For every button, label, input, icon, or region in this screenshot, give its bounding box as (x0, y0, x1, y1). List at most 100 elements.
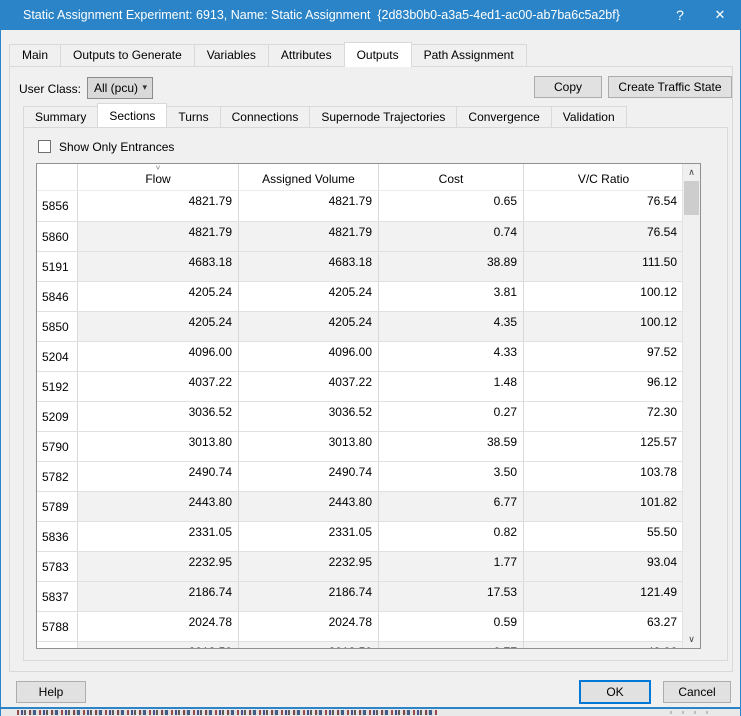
ok-button[interactable]: OK (579, 680, 651, 704)
tab-outputs-to-generate[interactable]: Outputs to Generate (60, 44, 195, 66)
cell-flow: 3013.80 (77, 432, 238, 461)
row-id[interactable]: 5192 (37, 372, 77, 401)
cell-assigned_volume: 2490.74 (238, 462, 378, 491)
table-row[interactable]: 5204 4096.00 4096.00 4.33 97.52 (37, 341, 683, 371)
cell-flow: 2186.74 (77, 582, 238, 611)
row-id[interactable]: 5204 (37, 342, 77, 371)
row-id[interactable]: 5836 (37, 522, 77, 551)
cell-assigned_volume: 2186.74 (238, 582, 378, 611)
close-icon[interactable]: ✕ (700, 0, 740, 30)
table-row[interactable]: 2018.502018.500.7748.06 (37, 641, 683, 648)
cell-cost: 0.27 (378, 402, 523, 431)
copy-button[interactable]: Copy (534, 76, 602, 98)
tab-outputs[interactable]: Outputs (343, 42, 412, 67)
cell-assigned_volume: 3013.80 (238, 432, 378, 461)
cell-assigned_volume: 2443.80 (238, 492, 378, 521)
cell-vc_ratio: 97.52 (523, 342, 683, 371)
cell-vc_ratio: 100.12 (523, 312, 683, 341)
table-row[interactable]: 5846 4205.24 4205.24 3.81 100.12 (37, 281, 683, 311)
cell-assigned_volume: 4821.79 (238, 191, 378, 221)
row-id[interactable]: 5209 (37, 402, 77, 431)
create-traffic-state-button[interactable]: Create Traffic State (608, 76, 732, 98)
column-header-vc-ratio[interactable]: V/C Ratio (523, 164, 683, 190)
table-row[interactable]: 5837 2186.74 2186.74 17.53 121.49 (37, 581, 683, 611)
cell-cost: 0.77 (378, 642, 523, 648)
row-id[interactable]: 5846 (37, 282, 77, 311)
scrollbar-thumb[interactable] (684, 181, 699, 215)
help-button[interactable]: Help (16, 681, 86, 703)
user-class-dropdown[interactable]: All (pcu) ▾ (87, 77, 153, 99)
row-id[interactable] (37, 642, 77, 648)
table-row[interactable]: 5209 3036.52 3036.52 0.27 72.30 (37, 401, 683, 431)
table-row[interactable]: 5191 4683.18 4683.18 38.89 111.50 (37, 251, 683, 281)
cell-cost: 3.50 (378, 462, 523, 491)
cell-vc_ratio: 101.82 (523, 492, 683, 521)
row-id[interactable]: 5850 (37, 312, 77, 341)
help-icon[interactable]: ? (660, 0, 700, 30)
table-row[interactable]: 5836 2331.05 2331.05 0.82 55.50 (37, 521, 683, 551)
cell-assigned_volume: 2018.50 (238, 642, 378, 648)
cell-assigned_volume: 4037.22 (238, 372, 378, 401)
scroll-down-icon[interactable]: ∨ (683, 631, 700, 648)
table-row[interactable]: 5850 4205.24 4205.24 4.35 100.12 (37, 311, 683, 341)
subtab-connections[interactable]: Connections (219, 106, 311, 127)
window-title: Static Assignment Experiment: 6913, Name… (23, 8, 620, 22)
row-id[interactable]: 5837 (37, 582, 77, 611)
cell-flow: 2024.78 (77, 612, 238, 641)
table-row[interactable]: 5856 4821.79 4821.79 0.65 76.54 (37, 191, 683, 221)
table-row[interactable]: 5192 4037.22 4037.22 1.48 96.12 (37, 371, 683, 401)
cell-cost: 4.35 (378, 312, 523, 341)
cell-cost: 38.89 (378, 252, 523, 281)
cell-vc_ratio: 72.30 (523, 402, 683, 431)
row-id[interactable]: 5790 (37, 432, 77, 461)
cell-vc_ratio: 111.50 (523, 252, 683, 281)
cancel-button[interactable]: Cancel (663, 681, 731, 703)
subtab-turns[interactable]: Turns (166, 106, 221, 127)
cell-flow: 2232.95 (77, 552, 238, 581)
tab-variables[interactable]: Variables (193, 44, 269, 66)
tab-main[interactable]: Main (9, 44, 62, 66)
row-id[interactable]: 5191 (37, 252, 77, 281)
vertical-scrollbar[interactable]: ∧ ∨ (682, 164, 700, 648)
cell-vc_ratio: 125.57 (523, 432, 683, 461)
cell-flow: 4821.79 (77, 222, 238, 251)
subtab-supernode-trajectories[interactable]: Supernode Trajectories (309, 106, 458, 127)
table-row[interactable]: 5788 2024.78 2024.78 0.59 63.27 (37, 611, 683, 641)
tab-attributes[interactable]: Attributes (267, 44, 345, 66)
row-id[interactable]: 5856 (37, 191, 77, 221)
cell-cost: 0.59 (378, 612, 523, 641)
subtab-sections[interactable]: Sections (97, 103, 168, 127)
cell-cost: 0.82 (378, 522, 523, 551)
cell-assigned_volume: 4821.79 (238, 222, 378, 251)
cell-vc_ratio: 103.78 (523, 462, 683, 491)
table-body: 5856 4821.79 4821.79 0.65 76.54 5860 4821.79 48… (37, 191, 683, 648)
row-id[interactable]: 5788 (37, 612, 77, 641)
subtab-validation[interactable]: Validation (550, 106, 627, 127)
row-id[interactable]: 5783 (37, 552, 77, 581)
cell-assigned_volume: 4205.24 (238, 282, 378, 311)
column-header-cost[interactable]: Cost (378, 164, 523, 190)
row-id[interactable]: 5860 (37, 222, 77, 251)
row-id[interactable]: 5782 (37, 462, 77, 491)
table-row[interactable]: 5790 3013.80 3013.80 38.59 125.57 (37, 431, 683, 461)
table-row[interactable]: 5782 2490.74 2490.74 3.50 103.78 (37, 461, 683, 491)
tab-path-assignment[interactable]: Path Assignment (410, 44, 527, 66)
row-id[interactable]: 5789 (37, 492, 77, 521)
table-row[interactable]: 5789 2443.80 2443.80 6.77 101.82 (37, 491, 683, 521)
user-class-label: User Class: (19, 82, 82, 96)
cell-flow: 4683.18 (77, 252, 238, 281)
subtab-summary[interactable]: Summary (23, 106, 99, 127)
column-header-assigned-volume[interactable]: Assigned Volume (238, 164, 378, 190)
cell-vc_ratio: 121.49 (523, 582, 683, 611)
subtab-convergence[interactable]: Convergence (456, 106, 552, 127)
show-only-entrances-checkbox[interactable] (38, 140, 51, 153)
background-pixels-right (670, 711, 710, 714)
cell-vc_ratio: 93.04 (523, 552, 683, 581)
cell-cost: 1.77 (378, 552, 523, 581)
table-row[interactable]: 5783 2232.95 2232.95 1.77 93.04 (37, 551, 683, 581)
title-bar[interactable]: Static Assignment Experiment: 6913, Name… (1, 0, 740, 30)
scroll-up-icon[interactable]: ∧ (683, 164, 700, 181)
table-row[interactable]: 5860 4821.79 4821.79 0.74 76.54 (37, 221, 683, 251)
cell-assigned_volume: 4096.00 (238, 342, 378, 371)
column-header-flow[interactable]: ∨ Flow (77, 164, 238, 190)
